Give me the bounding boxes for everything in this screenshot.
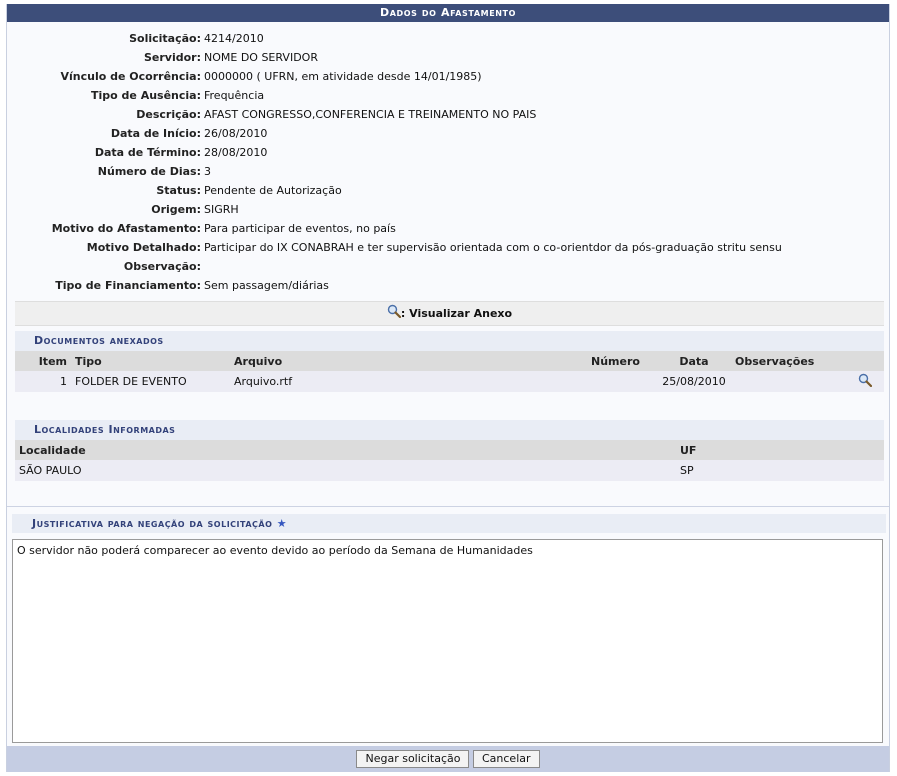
view-attachment-button[interactable] bbox=[854, 371, 884, 392]
cancel-button[interactable]: Cancelar bbox=[472, 750, 540, 768]
field-row-solicitacao: Solicitação: 4214/2010 bbox=[7, 29, 889, 48]
col-item: Item bbox=[15, 351, 71, 371]
col-action bbox=[854, 351, 884, 371]
field-label: Tipo de Ausência: bbox=[91, 89, 201, 102]
field-label: Solicitação: bbox=[129, 32, 201, 45]
field-row-status: Status: Pendente de Autorização bbox=[7, 181, 889, 200]
localities-header-row: Localidade UF bbox=[15, 440, 884, 460]
field-value: 0000000 ( UFRN, em atividade desde 14/01… bbox=[204, 70, 482, 83]
cell-arquivo: Arquivo.rtf bbox=[230, 371, 587, 392]
magnifier-icon bbox=[387, 303, 401, 326]
col-numero: Número bbox=[587, 351, 657, 371]
divider bbox=[7, 506, 889, 507]
field-value: NOME DO SERVIDOR bbox=[204, 51, 318, 64]
view-attachment-label: : Visualizar Anexo bbox=[400, 307, 513, 320]
field-row-motivo-detalhado: Motivo Detalhado: Participar do IX CONAB… bbox=[7, 238, 889, 257]
col-arquivo: Arquivo bbox=[230, 351, 587, 371]
field-row-descricao: Descrição: AFAST CONGRESSO,CONFERENCIA E… bbox=[7, 105, 889, 124]
localities-table: Localidade UF SÃO PAULO SP bbox=[15, 440, 884, 481]
field-row-vinculo: Vínculo de Ocorrência: 0000000 ( UFRN, e… bbox=[7, 67, 889, 86]
field-value: Pendente de Autorização bbox=[204, 184, 342, 197]
leave-details-panel: Dados do Afastamento Solicitação: 4214/2… bbox=[6, 4, 890, 772]
field-value: Para participar de eventos, no país bbox=[204, 222, 396, 235]
documents-header-row: Item Tipo Arquivo Número Data Observaçõe… bbox=[15, 351, 884, 371]
field-row-tipo-ausencia: Tipo de Ausência: Frequência bbox=[7, 86, 889, 105]
field-value: 3 bbox=[204, 165, 211, 178]
field-value: 28/08/2010 bbox=[204, 146, 268, 159]
localities-section: Localidades Informadas Localidade UF SÃO… bbox=[15, 420, 884, 481]
justification-title-text: Justificativa para negação da solicitaçã… bbox=[32, 517, 273, 530]
field-value: Sem passagem/diárias bbox=[204, 279, 329, 292]
required-star-icon: ★ bbox=[276, 517, 288, 530]
field-label: Vínculo de Ocorrência: bbox=[60, 70, 201, 83]
field-row-data-inicio: Data de Início: 26/08/2010 bbox=[7, 124, 889, 143]
field-label: Tipo de Financiamento: bbox=[55, 279, 201, 292]
cell-item: 1 bbox=[15, 371, 71, 392]
form-actions: Negar solicitação Cancelar bbox=[7, 746, 889, 772]
col-localidade: Localidade bbox=[15, 440, 676, 460]
documents-section: Documentos anexados Item Tipo Arquivo Nú… bbox=[15, 331, 884, 392]
deny-request-button[interactable]: Negar solicitação bbox=[356, 750, 470, 768]
col-uf: UF bbox=[676, 440, 884, 460]
field-label: Status: bbox=[156, 184, 201, 197]
cell-data: 25/08/2010 bbox=[657, 371, 731, 392]
field-label: Motivo Detalhado: bbox=[86, 241, 201, 254]
field-row-origem: Origem: SIGRH bbox=[7, 200, 889, 219]
field-row-financiamento: Tipo de Financiamento: Sem passagem/diár… bbox=[7, 276, 889, 295]
panel-title: Dados do Afastamento bbox=[7, 4, 889, 22]
field-value: AFAST CONGRESSO,CONFERENCIA E TREINAMENT… bbox=[204, 108, 537, 121]
cell-observacoes bbox=[731, 371, 854, 392]
col-data: Data bbox=[657, 351, 731, 371]
table-row: SÃO PAULO SP bbox=[15, 460, 884, 481]
field-value: Frequência bbox=[204, 89, 265, 102]
view-attachment-legend: : Visualizar Anexo bbox=[15, 301, 884, 326]
table-row: 1 FOLDER DE EVENTO Arquivo.rtf 25/08/201… bbox=[15, 371, 884, 392]
field-row-observacao: Observação: bbox=[7, 257, 889, 276]
cell-localidade: SÃO PAULO bbox=[15, 460, 676, 481]
field-label: Servidor: bbox=[143, 51, 201, 64]
field-label: Motivo do Afastamento: bbox=[51, 222, 201, 235]
justification-textarea[interactable]: O servidor não poderá comparecer ao even… bbox=[12, 539, 883, 743]
field-label: Data de Início: bbox=[110, 127, 201, 140]
col-observacoes: Observações bbox=[731, 351, 854, 371]
field-row-motivo: Motivo do Afastamento: Para participar d… bbox=[7, 219, 889, 238]
field-label: Origem: bbox=[151, 203, 201, 216]
field-row-numero-dias: Número de Dias: 3 bbox=[7, 162, 889, 181]
field-value: 4214/2010 bbox=[204, 32, 264, 45]
field-label: Observação: bbox=[123, 260, 201, 273]
field-label: Número de Dias: bbox=[97, 165, 201, 178]
justification-title: Justificativa para negação da solicitaçã… bbox=[12, 514, 886, 533]
cell-numero bbox=[587, 371, 657, 392]
col-tipo: Tipo bbox=[71, 351, 230, 371]
field-value: Participar do IX CONABRAH e ter supervis… bbox=[204, 241, 782, 254]
field-row-data-termino: Data de Término: 28/08/2010 bbox=[7, 143, 889, 162]
field-value: SIGRH bbox=[204, 203, 239, 216]
cell-uf: SP bbox=[676, 460, 884, 481]
localities-title: Localidades Informadas bbox=[15, 420, 884, 440]
justification-section: Justificativa para negação da solicitaçã… bbox=[12, 514, 886, 743]
field-value: 26/08/2010 bbox=[204, 127, 268, 140]
field-label: Descrição: bbox=[136, 108, 201, 121]
details-list: Solicitação: 4214/2010 Servidor: NOME DO… bbox=[7, 29, 889, 295]
magnifier-icon[interactable] bbox=[858, 373, 873, 390]
documents-table: Item Tipo Arquivo Número Data Observaçõe… bbox=[15, 351, 884, 392]
field-row-servidor: Servidor: NOME DO SERVIDOR bbox=[7, 48, 889, 67]
documents-title: Documentos anexados bbox=[15, 331, 884, 351]
cell-tipo: FOLDER DE EVENTO bbox=[71, 371, 230, 392]
field-label: Data de Término: bbox=[94, 146, 201, 159]
